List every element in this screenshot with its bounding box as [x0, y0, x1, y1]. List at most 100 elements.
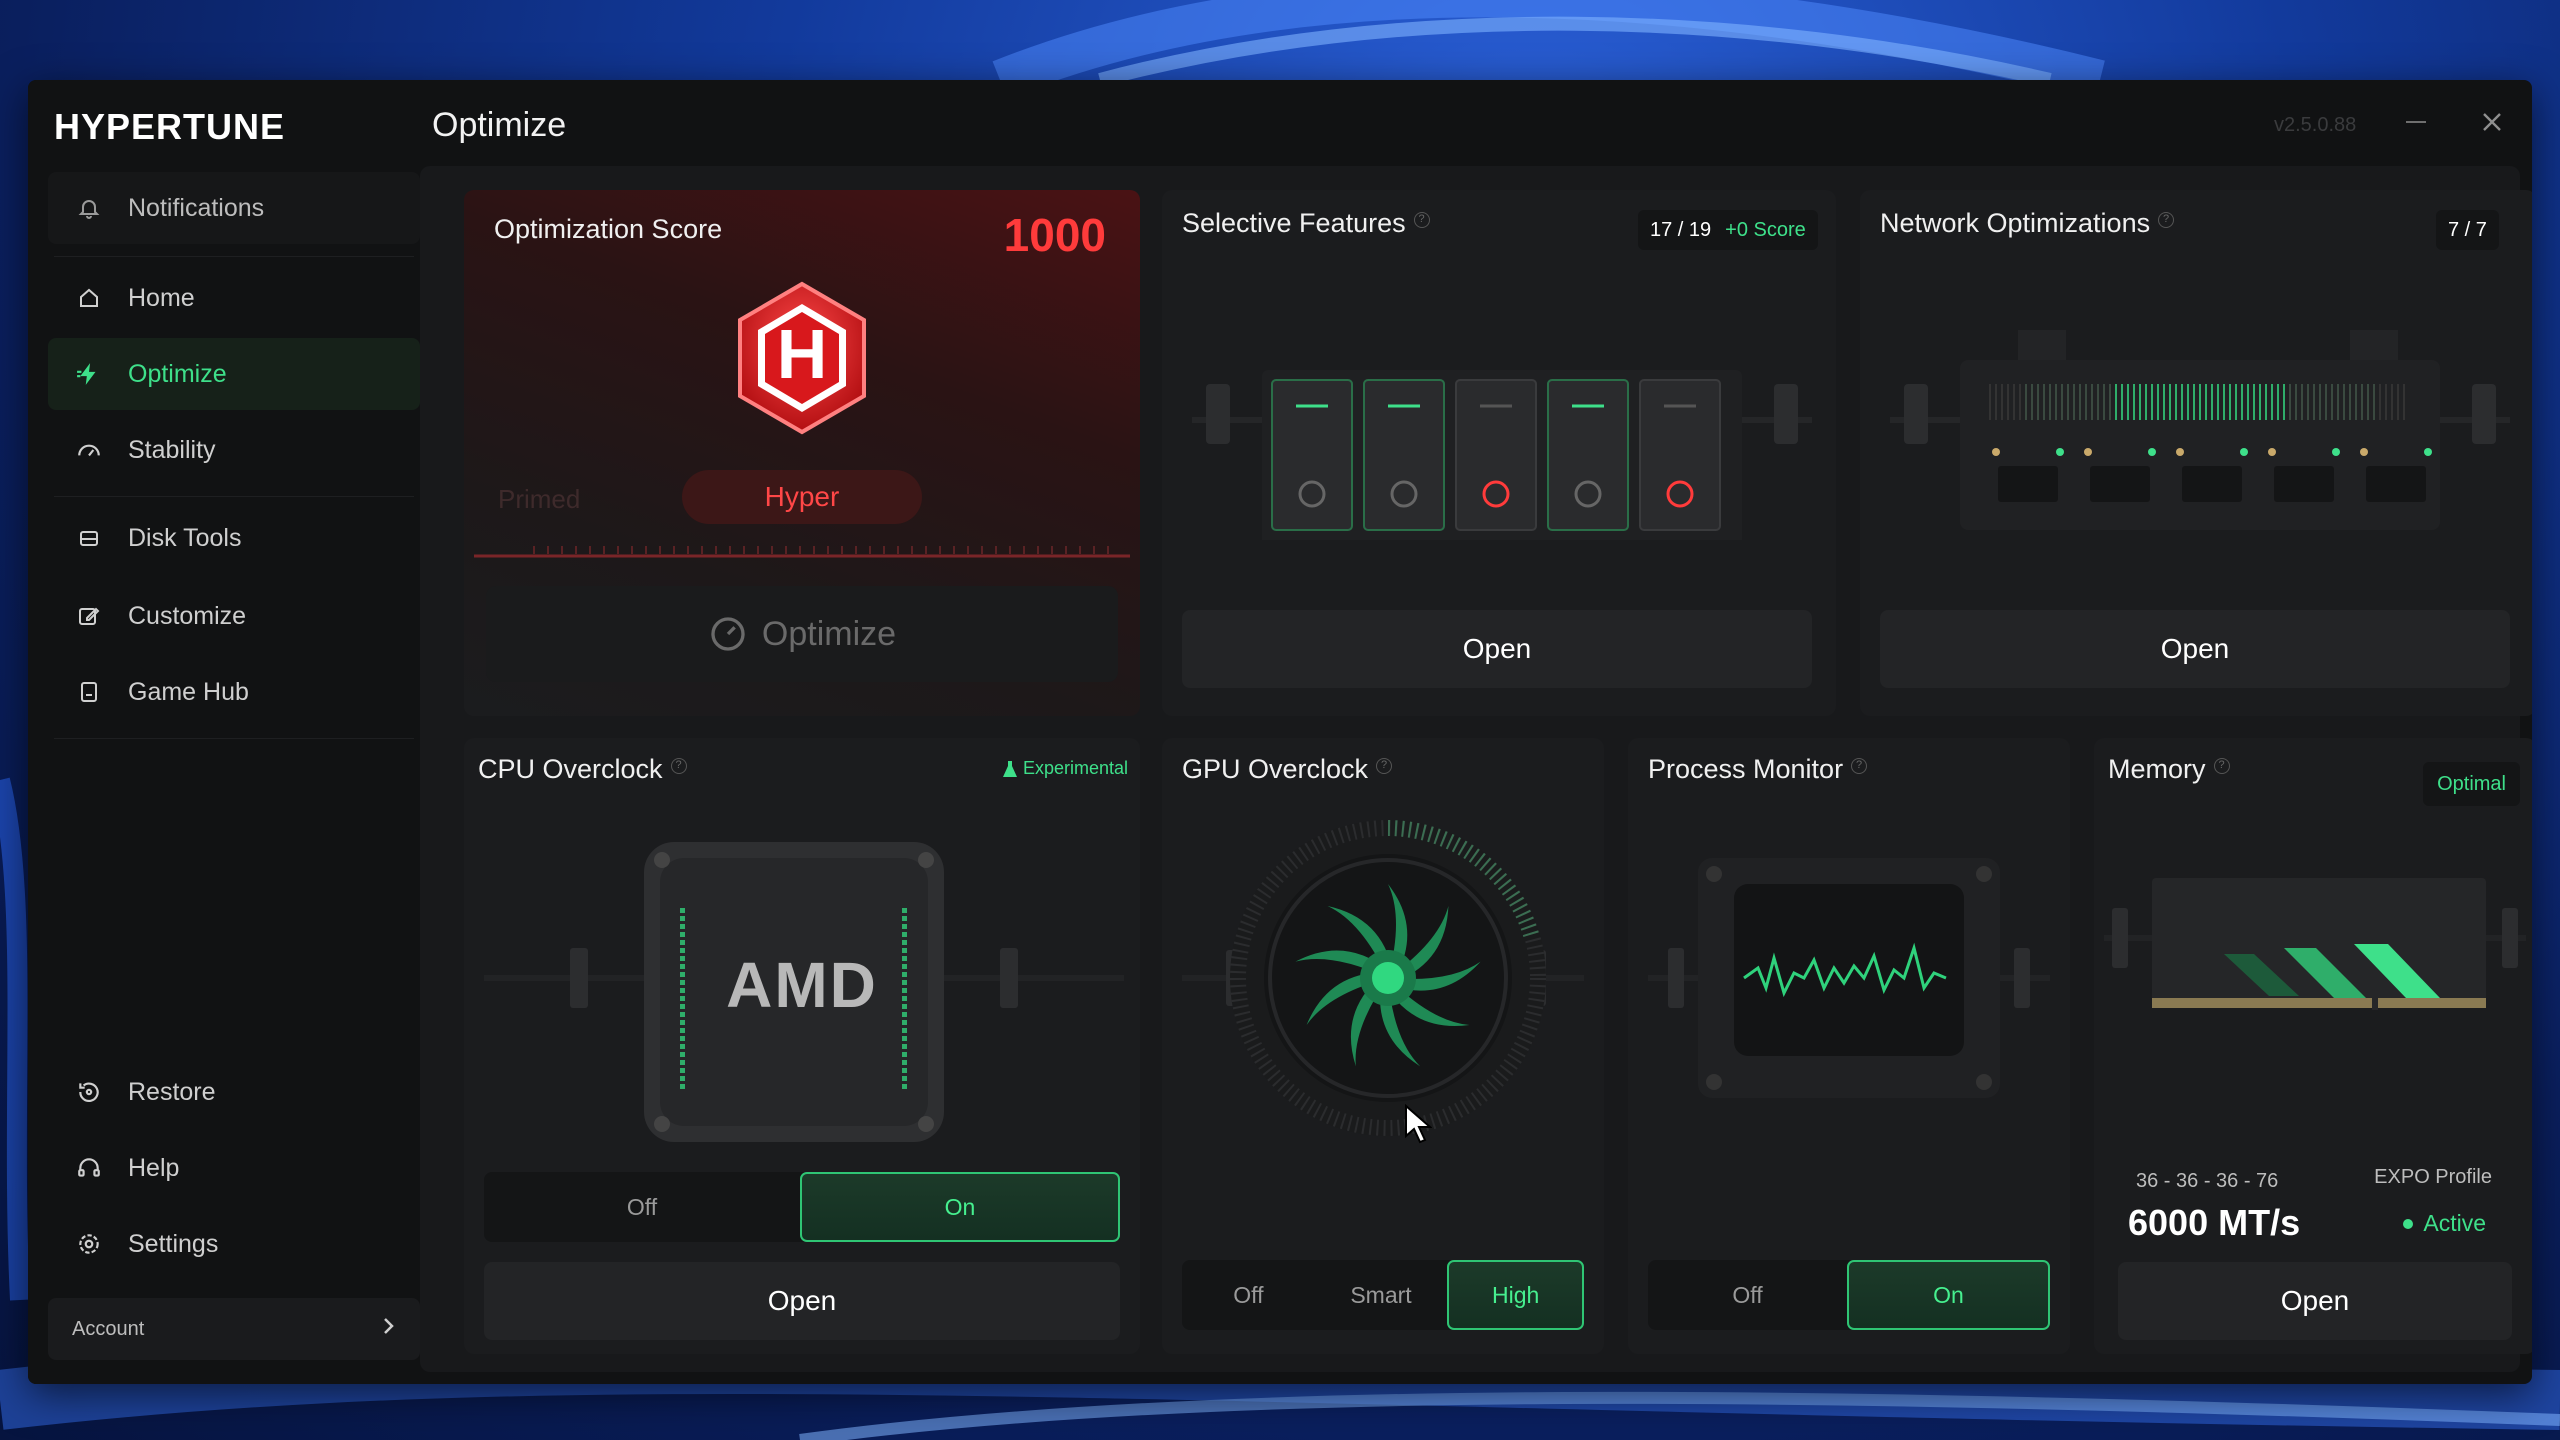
close-button[interactable] — [2472, 102, 2512, 142]
mouse-cursor-icon — [1405, 1104, 1432, 1144]
page-title: Optimize — [432, 106, 567, 144]
card-title-wrap: Process Monitor? — [1648, 754, 1868, 785]
sidebar-item-label: Home — [128, 283, 195, 312]
sidebar-item-restore[interactable]: Restore — [48, 1056, 420, 1128]
process-monitor-card: Process Monitor? Off On — [1628, 738, 2070, 1354]
card-title: Network Optimizations — [1880, 208, 2151, 238]
sidebar-item-optimize[interactable]: Optimize — [48, 338, 420, 410]
tier-previous: Primed — [498, 484, 581, 514]
help-icon[interactable]: ? — [670, 758, 687, 774]
gpu-overclock-mode: Off Smart High — [1182, 1260, 1585, 1330]
sidebar-item-help[interactable]: Help — [48, 1132, 420, 1204]
card-title: Selective Features — [1182, 208, 1406, 238]
gpu-off-option[interactable]: Off — [1182, 1260, 1315, 1330]
cpu-chip-label: AMD — [726, 949, 878, 1021]
ram-stick-illustration — [2104, 878, 2526, 1010]
account-button[interactable]: Account — [48, 1298, 420, 1360]
edit-icon — [74, 601, 104, 631]
expo-profile-state: Active — [2423, 1210, 2486, 1236]
memory-open-button[interactable]: Open — [2118, 1262, 2512, 1340]
sidebar-item-disk-tools[interactable]: Disk Tools — [48, 502, 420, 574]
process-off-option[interactable]: Off — [1648, 1260, 1847, 1330]
sidebar-item-notifications[interactable]: Notifications — [48, 172, 420, 244]
features-count: 17 / 19 — [1650, 218, 1712, 241]
cpu-overclock-card: CPU Overclock? Experimental AMD Off On O… — [464, 738, 1140, 1354]
gpu-high-option[interactable]: High — [1447, 1260, 1585, 1330]
main-content: Optimization Score 1000 H Primed Hyper O… — [420, 166, 2532, 1372]
sidebar-item-label: Settings — [128, 1229, 219, 1258]
cpu-open-button[interactable]: Open — [484, 1262, 1120, 1340]
network-optimizations-card: Network Optimizations? 7 / 7 Open — [1860, 190, 2532, 716]
expo-profile-label: EXPO Profile — [2374, 1166, 2492, 1188]
sidebar-item-label: Help — [128, 1153, 180, 1182]
help-icon[interactable]: ? — [1413, 212, 1430, 228]
app-brand: HYPERTUNE — [54, 106, 286, 147]
cpu-on-option[interactable]: On — [800, 1172, 1120, 1242]
divider — [54, 256, 414, 257]
gpu-smart-option[interactable]: Smart — [1315, 1260, 1448, 1330]
network-open-button[interactable]: Open — [1880, 610, 2510, 688]
hypertune-logo-icon: H — [722, 278, 882, 438]
minimize-button[interactable] — [2396, 102, 2436, 142]
card-title-wrap: Network Optimizations? — [1880, 208, 2175, 239]
card-title-wrap: Selective Features? — [1182, 208, 1430, 239]
gear-icon — [74, 1229, 104, 1259]
memory-card: Memory? Optimal 36 - 36 - 36 - 76 6000 M… — [2094, 738, 2532, 1354]
memory-speed: 6000 MT/s — [2128, 1202, 2301, 1243]
selective-features-card: Selective Features? 17 / 19 +0 Score Ope… — [1162, 190, 1836, 716]
tier-current-badge: Hyper — [682, 470, 922, 524]
bell-icon — [74, 193, 104, 223]
sidebar-item-label: Restore — [128, 1077, 216, 1106]
disk-icon — [74, 523, 104, 553]
sidebar-item-home[interactable]: Home — [48, 262, 420, 334]
network-switch-illustration — [1890, 330, 2510, 530]
optimize-button[interactable]: Optimize — [486, 586, 1118, 682]
card-title-wrap: CPU Overclock? — [478, 754, 687, 785]
card-title: GPU Overclock — [1182, 754, 1369, 784]
features-score: +0 Score — [1725, 218, 1806, 241]
restore-icon — [74, 1077, 104, 1107]
gamepad-icon — [74, 677, 104, 707]
card-title: Process Monitor — [1648, 754, 1844, 784]
expo-profile-status: Active — [2403, 1210, 2486, 1237]
sidebar-item-settings[interactable]: Settings — [48, 1208, 420, 1280]
help-icon[interactable]: ? — [2213, 758, 2230, 774]
sidebar-item-game-hub[interactable]: Game Hub — [48, 656, 420, 728]
version-label: v2.5.0.88 — [2274, 114, 2357, 136]
logo-letter: H — [776, 315, 828, 393]
gpu-fan-illustration — [1182, 820, 1584, 1136]
chevron-right-icon — [380, 1316, 396, 1342]
sidebar-item-label: Game Hub — [128, 677, 249, 706]
optimize-button-label: Optimize — [761, 614, 897, 653]
sidebar-item-label: Optimize — [128, 359, 227, 388]
card-title-wrap: GPU Overclock? — [1182, 754, 1393, 785]
experimental-tag: Experimental — [1002, 758, 1128, 779]
help-icon[interactable]: ? — [1851, 758, 1868, 774]
headset-icon — [74, 1153, 104, 1183]
optimization-score-card: Optimization Score 1000 H Primed Hyper O… — [464, 190, 1140, 716]
sidebar: HYPERTUNE Notifications Home Optimize St… — [28, 80, 428, 1384]
home-icon — [74, 283, 104, 313]
app-window: HYPERTUNE Notifications Home Optimize St… — [28, 80, 2532, 1384]
network-count-badge: 7 / 7 — [2436, 210, 2499, 250]
features-count-badge: 17 / 19 +0 Score — [1638, 210, 1818, 250]
divider — [54, 496, 414, 497]
experimental-label: Experimental — [1022, 758, 1128, 778]
process-on-option[interactable]: On — [1847, 1260, 2050, 1330]
sidebar-item-label: Stability — [128, 435, 216, 464]
cpu-off-option[interactable]: Off — [484, 1172, 800, 1242]
flask-icon — [1002, 760, 1017, 777]
selective-features-open-button[interactable]: Open — [1182, 610, 1812, 688]
card-title: Optimization Score — [494, 214, 723, 244]
process-monitor-toggle: Off On — [1648, 1260, 2050, 1330]
help-icon[interactable]: ? — [1376, 758, 1393, 774]
close-icon — [2483, 113, 2501, 131]
sidebar-item-customize[interactable]: Customize — [48, 580, 420, 652]
help-icon[interactable]: ? — [2158, 212, 2175, 228]
memory-status-badge: Optimal — [2423, 762, 2520, 806]
sidebar-item-label: Disk Tools — [128, 523, 242, 552]
card-title: Memory — [2108, 754, 2206, 784]
cpu-overclock-toggle: Off On — [484, 1172, 1120, 1242]
sidebar-item-stability[interactable]: Stability — [48, 414, 420, 486]
divider — [54, 738, 414, 739]
